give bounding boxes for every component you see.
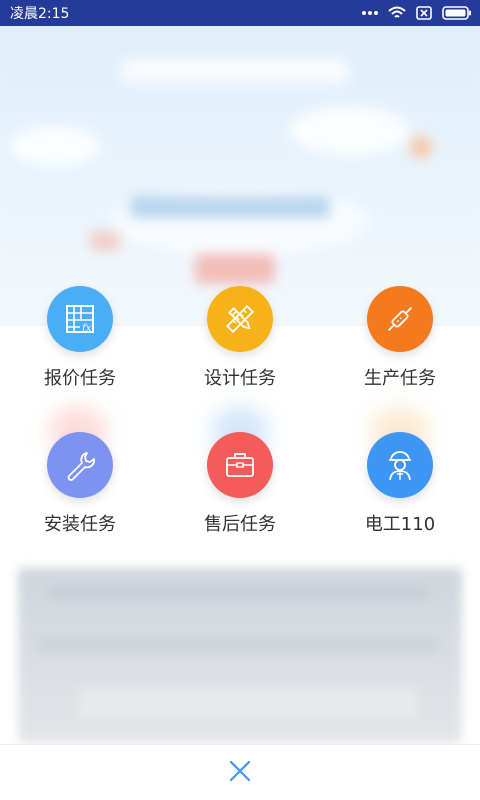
wifi-icon: [388, 6, 406, 20]
sim-icon: [416, 6, 432, 20]
menu-label: 安装任务: [44, 514, 116, 535]
menu-item-design-task[interactable]: 设计任务: [160, 286, 320, 432]
menu-item-electrician-110[interactable]: 电工110: [320, 432, 480, 546]
menu-item-quote-task[interactable]: fx 报价任务: [0, 286, 160, 432]
menu-label: 生产任务: [364, 368, 436, 389]
menu-label: 设计任务: [204, 368, 276, 389]
menu-item-after-sales-task[interactable]: 售后任务: [160, 432, 320, 546]
wrench-icon: [47, 432, 113, 498]
battery-icon: [442, 6, 472, 20]
menu-label: 电工110: [364, 514, 436, 535]
status-time: 凌晨2:15: [10, 6, 70, 22]
briefcase-icon: [207, 432, 273, 498]
status-bar: 凌晨2:15: [0, 0, 480, 26]
electrician-icon: [367, 432, 433, 498]
blurred-photo: [18, 568, 462, 743]
menu-item-production-task[interactable]: 生产任务: [320, 286, 480, 432]
fuse-icon: [367, 286, 433, 352]
close-button[interactable]: [220, 753, 260, 793]
status-icons: [362, 6, 472, 20]
spreadsheet-formula-icon: fx: [47, 286, 113, 352]
task-menu: fx 报价任务 设计任务 生产任务 安装任务 售后任务 电工110: [0, 286, 480, 546]
menu-label: 报价任务: [44, 368, 116, 389]
svg-text:fx: fx: [81, 323, 92, 334]
close-bar: [0, 744, 480, 800]
menu-item-install-task[interactable]: 安装任务: [0, 432, 160, 546]
close-icon: [228, 759, 252, 787]
more-dots-icon: [362, 10, 378, 16]
pencil-ruler-icon: [207, 286, 273, 352]
menu-label: 售后任务: [204, 514, 276, 535]
